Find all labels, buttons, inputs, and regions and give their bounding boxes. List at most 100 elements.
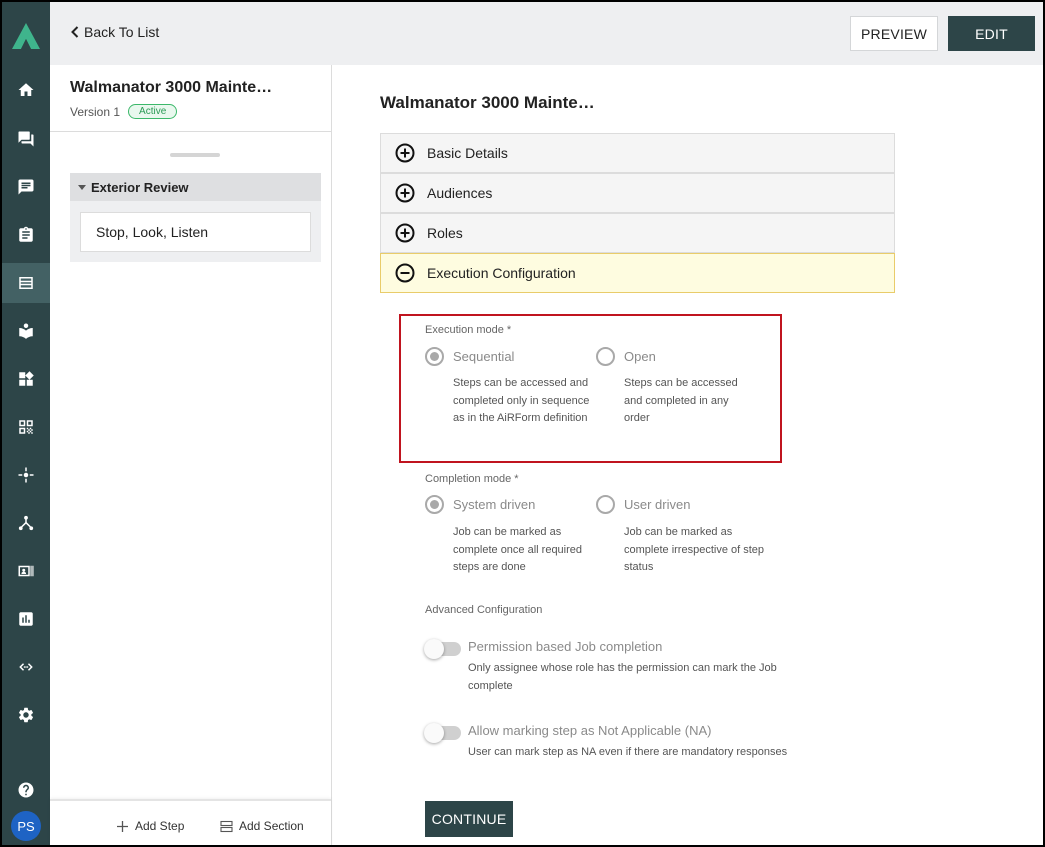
plus-circle-icon (395, 143, 415, 163)
clipboard-icon (19, 226, 33, 242)
chevron-left-icon (71, 26, 79, 38)
divider (50, 131, 331, 132)
main-content: Walmanator 3000 Mainte… Basic Details Au… (333, 65, 1043, 845)
status-badge: Active (128, 104, 178, 119)
accordion-label: Basic Details (427, 145, 508, 161)
id-card-icon (18, 565, 34, 577)
toggle-description: User can mark step as NA even if there a… (468, 746, 788, 758)
toggle-label: Allow marking step as Not Applicable (NA… (468, 723, 712, 738)
add-section-label: Add Section (239, 819, 304, 833)
continue-button[interactable]: CONTINUE (425, 801, 513, 837)
advanced-configuration-label: Advanced Configuration (425, 604, 543, 616)
radio-description: Steps can be accessed and completed in a… (624, 377, 738, 424)
execution-mode-label: Execution mode * (425, 324, 512, 336)
nav-help[interactable] (2, 770, 50, 810)
back-to-list-link[interactable]: Back To List (70, 24, 159, 40)
nav-messages[interactable] (2, 167, 50, 207)
nav-hub[interactable] (2, 455, 50, 495)
radio-unchecked-icon (596, 495, 615, 514)
form-icon (19, 277, 33, 289)
radio-description: Job can be marked as complete irrespecti… (624, 526, 765, 573)
help-icon (18, 782, 34, 798)
home-icon (18, 83, 34, 96)
accordion-basic-details[interactable]: Basic Details (380, 133, 895, 173)
radio-checked-icon (425, 495, 444, 514)
radio-user-driven[interactable]: User driven (596, 495, 690, 514)
radio-label: System driven (453, 497, 536, 512)
accordion-label: Execution Configuration (427, 265, 576, 281)
version-row: Version 1 Active (70, 104, 178, 119)
preview-button[interactable]: PREVIEW (850, 16, 938, 51)
plus-circle-icon (395, 223, 415, 243)
nav-library[interactable] (2, 311, 50, 351)
network-icon (18, 515, 34, 531)
accordion-label: Roles (427, 225, 463, 241)
version-label: Version 1 (70, 104, 121, 119)
nav-rail: PS (2, 2, 50, 845)
radio-description: Job can be marked as complete once all r… (453, 526, 583, 573)
section-exterior-review: Exterior Review Stop, Look, Listen (70, 173, 321, 262)
nav-home[interactable] (2, 70, 50, 110)
nav-directory[interactable] (2, 551, 50, 591)
outline-footer: Add Step Add Section (50, 799, 331, 845)
nav-tasks[interactable] (2, 215, 50, 255)
accordion-audiences[interactable]: Audiences (380, 173, 895, 213)
qr-code-icon (19, 420, 33, 434)
nav-widgets[interactable] (2, 359, 50, 399)
add-step-button[interactable]: Add Step (116, 819, 184, 833)
message-icon (18, 179, 34, 195)
step-label: Stop, Look, Listen (96, 224, 209, 240)
form-outline-panel: Walmanator 3000 Mainte… Version 1 Active… (50, 65, 332, 845)
nav-integrations[interactable] (2, 647, 50, 687)
section-icon (220, 820, 233, 832)
toggle-description: Only assignee whose role has the permiss… (468, 662, 777, 692)
section-title: Exterior Review (91, 179, 189, 195)
plus-circle-icon (395, 183, 415, 203)
user-avatar[interactable]: PS (11, 811, 41, 841)
nav-chat[interactable] (2, 119, 50, 159)
gear-icon (18, 707, 34, 723)
caret-down-icon (78, 184, 86, 190)
nav-reports[interactable] (2, 599, 50, 639)
radio-description: Steps can be accessed and completed only… (453, 377, 590, 424)
page-title: Walmanator 3000 Mainte… (380, 93, 595, 112)
nav-settings[interactable] (2, 695, 50, 735)
accordion-execution-configuration[interactable]: Execution Configuration (380, 253, 895, 293)
radio-label: Open (624, 349, 656, 364)
section-header[interactable]: Exterior Review (70, 173, 321, 201)
book-icon (19, 323, 33, 339)
app-logo[interactable] (11, 22, 41, 50)
back-to-list-label: Back To List (84, 24, 160, 40)
top-bar: Back To List PREVIEW EDIT (50, 2, 1043, 65)
accordion-roles[interactable]: Roles (380, 213, 895, 253)
completion-mode-label: Completion mode * (425, 473, 519, 485)
radio-label: Sequential (453, 349, 515, 364)
app-window: PS Back To List PREVIEW EDIT Walmanator … (2, 2, 1043, 845)
permission-completion-toggle[interactable] (424, 639, 461, 659)
allow-na-toggle[interactable] (424, 723, 461, 743)
report-icon (19, 612, 33, 626)
form-title: Walmanator 3000 Mainte… (70, 79, 273, 96)
nav-forms[interactable] (2, 263, 50, 303)
chat-icon (18, 131, 34, 147)
radio-sequential[interactable]: Sequential (425, 347, 514, 366)
nav-qr[interactable] (2, 407, 50, 447)
radio-unchecked-icon (596, 347, 615, 366)
minus-circle-icon (395, 263, 415, 283)
step-item[interactable]: Stop, Look, Listen (80, 212, 311, 252)
add-step-label: Add Step (135, 819, 185, 833)
hub-icon (18, 467, 34, 483)
edit-button[interactable]: EDIT (948, 16, 1035, 51)
toggle-label: Permission based Job completion (468, 639, 663, 654)
plus-icon (117, 820, 128, 832)
accordion-label: Audiences (427, 185, 493, 201)
widgets-icon (19, 371, 34, 386)
drag-handle[interactable] (170, 153, 220, 157)
radio-open[interactable]: Open (596, 347, 656, 366)
nav-network[interactable] (2, 503, 50, 543)
radio-system-driven[interactable]: System driven (425, 495, 535, 514)
add-section-button[interactable]: Add Section (220, 819, 304, 833)
radio-label: User driven (624, 497, 691, 512)
code-icon (19, 663, 33, 671)
radio-checked-icon (425, 347, 444, 366)
